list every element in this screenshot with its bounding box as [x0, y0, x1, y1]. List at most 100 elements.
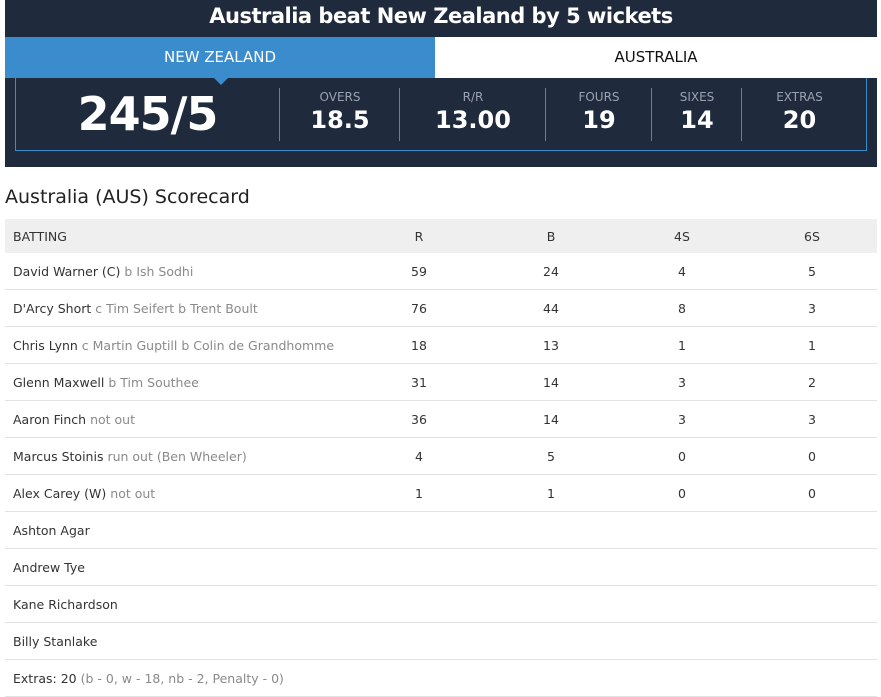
match-result-title: Australia beat New Zealand by 5 wickets	[209, 4, 673, 28]
sixes-cell: 3	[747, 400, 877, 438]
stat-value: 20	[782, 106, 817, 134]
team-tabs: NEW ZEALAND AUSTRALIA	[5, 37, 877, 78]
tab-new-zealand[interactable]: NEW ZEALAND	[5, 37, 435, 78]
stat-label: OVERS	[319, 90, 361, 104]
runs-cell	[353, 548, 485, 586]
runs-cell: 18	[353, 326, 485, 364]
balls-cell	[485, 585, 617, 623]
table-row: Kane Richardson	[5, 585, 877, 623]
table-row: Glenn Maxwell b Tim Southee 31 14 3 2	[5, 363, 877, 401]
runs-cell	[353, 511, 485, 549]
batting-scorecard-table: BATTING R B 4S 6S David Warner (C) b Ish…	[5, 219, 877, 697]
stat-label: FOURS	[578, 90, 620, 104]
fours-cell: 1	[617, 326, 747, 364]
table-row: David Warner (C) b Ish Sodhi 59 24 4 5	[5, 253, 877, 290]
stat-run-rate: R/R 13.00	[399, 88, 546, 141]
dismissal-text: not out	[90, 411, 135, 427]
fours-cell: 0	[617, 437, 747, 475]
extras-cell: Extras: 20 (b - 0, w - 18, nb - 2, Penal…	[5, 659, 877, 697]
batsman-name[interactable]: Glenn Maxwell	[13, 375, 104, 390]
balls-cell: 14	[485, 400, 617, 438]
fours-cell: 4	[617, 253, 747, 290]
runs-cell: 1	[353, 474, 485, 512]
stat-value: 18.5	[310, 106, 370, 134]
stat-overs: OVERS 18.5	[279, 88, 400, 141]
table-row: Marcus Stoinis run out (Ben Wheeler) 4 5…	[5, 437, 877, 475]
fours-cell	[617, 585, 747, 623]
batsman-cell: Alex Carey (W) not out	[5, 474, 353, 512]
sixes-cell: 3	[747, 289, 877, 327]
stat-extras: EXTRAS 20	[741, 88, 857, 141]
sixes-cell	[747, 622, 877, 660]
dismissal-text: c Martin Guptill b Colin de Grandhomme	[81, 337, 335, 353]
balls-cell: 14	[485, 363, 617, 401]
fours-cell	[617, 622, 747, 660]
runs-cell: 59	[353, 253, 485, 290]
stat-value: 13.00	[435, 106, 511, 134]
fours-cell: 3	[617, 400, 747, 438]
batsman-cell: Andrew Tye	[5, 548, 353, 586]
scorecard-title: Australia (AUS) Scorecard	[5, 186, 250, 208]
batsman-name[interactable]: Aaron Finch	[13, 412, 86, 427]
batsman-cell: Billy Stanlake	[5, 622, 353, 660]
stat-label: R/R	[462, 90, 484, 104]
stat-sixes: SIXES 14	[651, 88, 742, 141]
batsman-name[interactable]: Billy Stanlake	[13, 634, 97, 649]
sixes-cell: 1	[747, 326, 877, 364]
batsman-cell: David Warner (C) b Ish Sodhi	[5, 253, 353, 290]
runs-cell: 31	[353, 363, 485, 401]
runs-cell	[353, 585, 485, 623]
batsman-name[interactable]: Kane Richardson	[13, 597, 118, 612]
batsman-name[interactable]: Alex Carey (W)	[13, 486, 106, 501]
batsman-name[interactable]: Ashton Agar	[13, 523, 90, 538]
batsman-name[interactable]: Chris Lynn	[13, 338, 78, 353]
stat-label: SIXES	[679, 90, 715, 104]
balls-cell: 13	[485, 326, 617, 364]
sixes-cell	[747, 511, 877, 549]
table-row: Chris Lynn c Martin Guptill b Colin de G…	[5, 326, 877, 364]
innings-total: 245/5	[77, 87, 219, 141]
batsman-cell: Ashton Agar	[5, 511, 353, 549]
sixes-cell: 0	[747, 437, 877, 475]
batsman-name[interactable]: D'Arcy Short	[13, 301, 91, 316]
table-row: Andrew Tye	[5, 548, 877, 586]
table-row: D'Arcy Short c Tim Seifert b Trent Boult…	[5, 289, 877, 327]
balls-cell: 24	[485, 253, 617, 290]
batsman-cell: D'Arcy Short c Tim Seifert b Trent Boult	[5, 289, 353, 327]
batsman-cell: Aaron Finch not out	[5, 400, 353, 438]
batsman-cell: Chris Lynn c Martin Guptill b Colin de G…	[5, 326, 353, 364]
balls-cell	[485, 548, 617, 586]
header-sixes: 6S	[747, 219, 877, 253]
header-fours: 4S	[617, 219, 747, 253]
runs-cell	[353, 622, 485, 660]
balls-cell: 44	[485, 289, 617, 327]
dismissal-text: b Ish Sodhi	[124, 263, 194, 279]
table-row: Aaron Finch not out 36 14 3 3	[5, 400, 877, 438]
table-row: Alex Carey (W) not out 1 1 0 0	[5, 474, 877, 512]
fours-cell	[617, 548, 747, 586]
stat-value: 14	[680, 106, 714, 134]
innings-summary: 245/5 OVERS 18.5 R/R 13.00 FOURS 19 SIXE…	[15, 78, 867, 151]
balls-cell	[485, 511, 617, 549]
batsman-name[interactable]: Andrew Tye	[13, 560, 85, 575]
batsman-name[interactable]: David Warner (C)	[13, 264, 120, 279]
sixes-cell	[747, 548, 877, 586]
header-runs: R	[353, 219, 485, 253]
dismissal-text: not out	[110, 485, 156, 501]
match-banner: Australia beat New Zealand by 5 wickets …	[5, 0, 877, 167]
fours-cell: 0	[617, 474, 747, 512]
batsman-name[interactable]: Marcus Stoinis	[13, 449, 103, 464]
table-row: Ashton Agar	[5, 511, 877, 549]
balls-cell	[485, 622, 617, 660]
table-row: Billy Stanlake	[5, 622, 877, 660]
sixes-cell: 2	[747, 363, 877, 401]
tab-australia[interactable]: AUSTRALIA	[435, 37, 877, 78]
runs-cell: 36	[353, 400, 485, 438]
dismissal-text: b Tim Southee	[108, 374, 199, 390]
extras-row: Extras: 20 (b - 0, w - 18, nb - 2, Penal…	[5, 659, 877, 697]
header-balls: B	[485, 219, 617, 253]
fours-cell: 8	[617, 289, 747, 327]
balls-cell: 1	[485, 474, 617, 512]
table-header-row: BATTING R B 4S 6S	[5, 219, 877, 253]
header-batting: BATTING	[5, 219, 353, 253]
